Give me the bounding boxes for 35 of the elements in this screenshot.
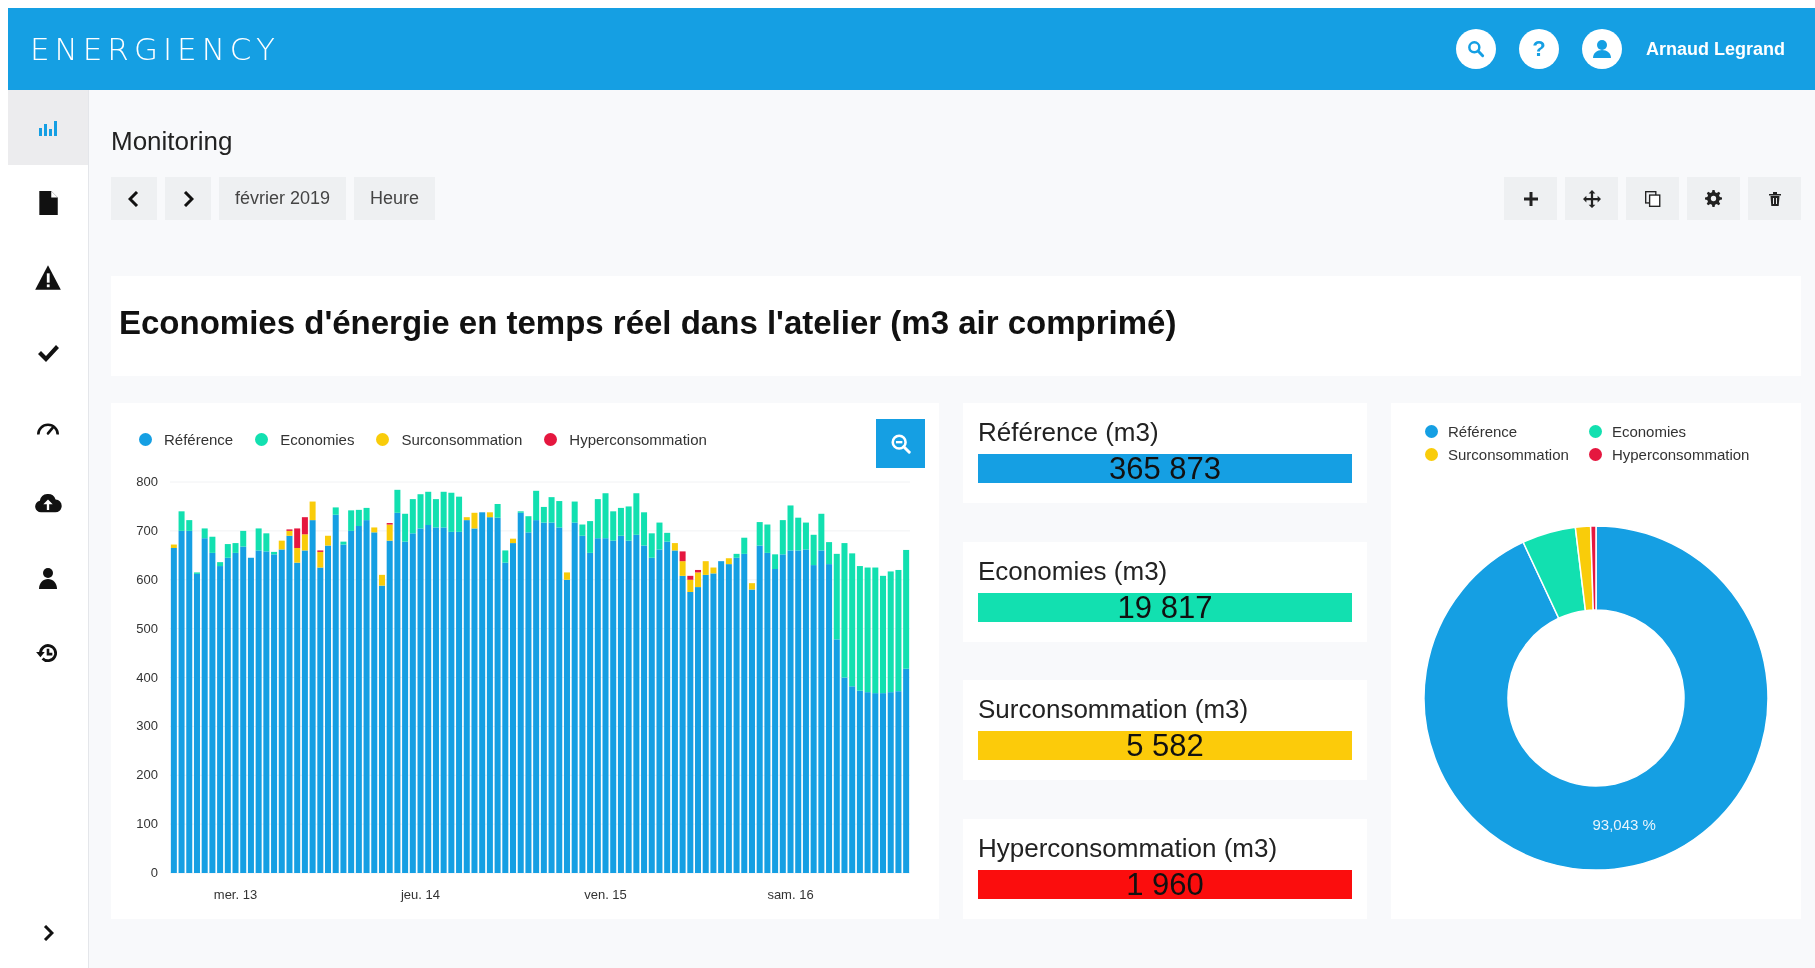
slice-label: 93,043 % (1592, 815, 1656, 833)
granularity-button[interactable]: Heure (354, 177, 436, 220)
kpi-title: Hyperconsommation (m3) (978, 832, 1279, 864)
axis-label: 300 (136, 718, 158, 734)
legend-label[interactable]: Economies (280, 431, 355, 448)
axis-label: sam. 16 (767, 887, 814, 902)
axis-label: 700 (136, 522, 158, 538)
kpi-value-bar: 5 582 (978, 731, 1352, 761)
legend-label[interactable]: Référence (164, 431, 234, 448)
dashboard-title: Economies d'énergie en temps réel dans l'atelier (m3 air comprimé) (119, 304, 1177, 341)
axis-label: 500 (136, 620, 158, 636)
axis-label: 400 (136, 669, 158, 685)
period-button[interactable]: février 2019 (219, 177, 347, 220)
legend-label[interactable]: Hyperconsommation (569, 431, 707, 448)
legend-label[interactable]: Hyperconsommation (1611, 446, 1750, 463)
axis-label: mer. 13 (213, 887, 258, 902)
axis-label: 100 (136, 816, 158, 832)
kpi-value-bar: 1 960 (978, 869, 1352, 899)
kpi-value-bar: 365 873 (978, 454, 1352, 483)
kpi-title: Surconsommation (m3) (978, 694, 1250, 726)
page-title: Monitoring (111, 126, 234, 157)
legend-label[interactable]: Référence (1448, 423, 1518, 440)
kpi-title: Economies (m3) (978, 555, 1169, 587)
legend-label[interactable]: Economies (1611, 423, 1687, 440)
axis-label: 600 (136, 571, 158, 587)
legend-label[interactable]: Surconsommation (1448, 446, 1569, 463)
axis-label: 0 (150, 865, 158, 880)
axis-label: 200 (136, 767, 158, 783)
logo: ENERGIENCY (30, 31, 280, 67)
kpi-value-bar: 19 817 (978, 592, 1352, 622)
kpi-title: Référence (m3) (978, 417, 1160, 448)
axis-label: ven. 15 (584, 887, 627, 902)
axis-label: jeu. 14 (401, 887, 440, 902)
axis-label: 800 (136, 474, 158, 489)
legend-label[interactable]: Surconsommation (401, 431, 523, 448)
